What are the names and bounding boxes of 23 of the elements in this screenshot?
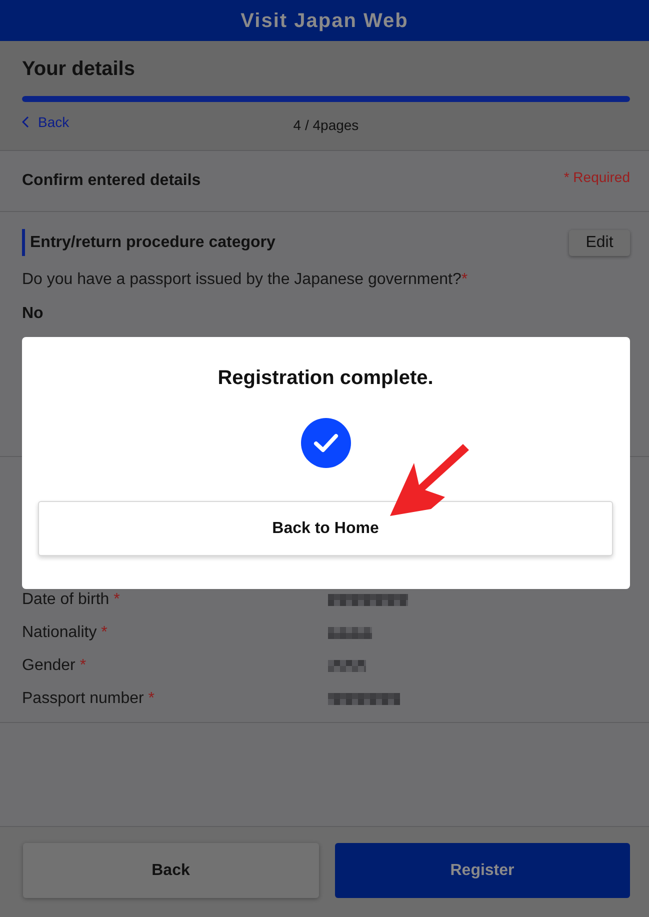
section-heading: Confirm entered details (22, 171, 201, 191)
field-label: Nationality * (22, 623, 108, 643)
question-text: Do you have a passport issued by the Japanese government?* (22, 270, 469, 290)
back-link[interactable]: Back (22, 113, 70, 131)
section-title: Entry/return procedure category (22, 229, 276, 256)
back-button[interactable]: Back (23, 843, 318, 898)
pixelated-value (328, 627, 372, 639)
field-label: Date of birth * (22, 590, 120, 610)
pixelated-value (328, 693, 400, 705)
register-button[interactable]: Register (334, 843, 630, 898)
answer-value: No (22, 304, 44, 324)
page-counter: 4 / 4pages (293, 116, 359, 134)
app-title: Visit Japan Web (240, 8, 408, 32)
chevron-left-icon (22, 116, 29, 128)
required-note: * Required (564, 168, 630, 186)
field-label: Gender * (22, 656, 86, 676)
pixelated-value (328, 660, 366, 672)
field-label: Passport number * (22, 689, 155, 709)
back-to-home-button[interactable]: Back to Home (38, 501, 613, 556)
dialog-title: Registration complete. (218, 366, 434, 390)
edit-button[interactable]: Edit (569, 230, 630, 256)
page-title: Your details (22, 57, 136, 81)
check-circle-icon (300, 418, 350, 468)
